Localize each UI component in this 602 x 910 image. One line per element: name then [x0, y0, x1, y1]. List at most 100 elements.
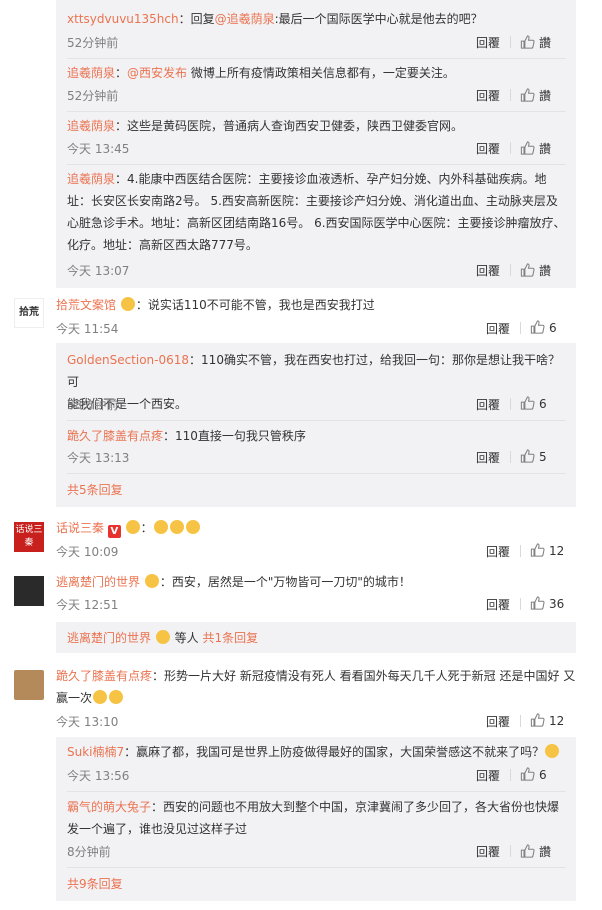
comment-username[interactable]: 跪久了膝盖有点疼 — [56, 669, 152, 683]
timestamp: 8分钟前 — [67, 845, 111, 859]
reply-box-4: 逃离楚门的世界 等人 共1条回复 — [56, 622, 576, 653]
emoji-icon — [185, 520, 200, 534]
mention-link[interactable]: @追羲荫泉 — [215, 12, 275, 26]
reply-box-2: GoldenSection-0618：110确实不管，我在西安也打过，给我回一句… — [56, 343, 576, 507]
like-button[interactable]: 讚 — [520, 87, 566, 104]
divider — [510, 36, 511, 48]
avatar[interactable]: 拾荒 — [14, 298, 44, 328]
list-item: 霸气的萌大兔子：西安的问题也不用放大到整个中国，京津冀闹了多少回了，各大省份也快… — [67, 800, 560, 836]
thumb-up-icon — [520, 844, 535, 858]
thumb-up-icon — [520, 396, 535, 410]
like-button[interactable]: 讚 — [520, 262, 566, 279]
reply-username[interactable]: 逃离楚门的世界 — [67, 631, 151, 645]
avatar[interactable] — [14, 670, 44, 700]
timestamp: 52分钟前 — [67, 89, 119, 103]
reply-meta: 今天 13:13 回覆 5 — [67, 449, 566, 467]
more-replies-link[interactable]: 共5条回复 — [67, 481, 123, 498]
reply-username[interactable]: 跪久了膝盖有点疼 — [67, 429, 163, 443]
reply-username[interactable]: 追羲荫泉 — [67, 119, 115, 133]
divider — [510, 845, 511, 857]
like-button[interactable]: 讚 — [520, 140, 566, 157]
reply-meta: 今天 13:45 回覆 讚 — [67, 140, 566, 158]
like-button[interactable]: 36 — [530, 596, 576, 611]
timestamp: 今天 13:45 — [67, 142, 130, 156]
like-button[interactable]: 讚 — [520, 34, 566, 51]
list-item: 跪久了膝盖有点疼：110直接一句我只管秩序 — [67, 429, 306, 443]
reply-button[interactable]: 回覆 — [476, 396, 500, 413]
more-replies-link[interactable]: 共9条回复 — [67, 875, 123, 892]
like-button[interactable]: 12 — [530, 713, 576, 728]
emoji-icon — [109, 690, 124, 704]
reply-username[interactable]: xttsydvuvu135hch — [67, 12, 179, 26]
list-item: Suki楠楠7：赢麻了都，我国可是世界上防疫做得最好的国家，大国荣誉感这不就来了… — [67, 741, 566, 763]
like-button[interactable]: 6 — [520, 767, 566, 782]
reply-username[interactable]: 霸气的萌大兔子 — [67, 800, 151, 814]
timestamp: 今天 11:54 — [56, 322, 119, 336]
divider — [520, 598, 521, 610]
list-item: 追羲荫泉：4.能康中西医结合医院：主要接诊血液透析、孕产妇分娩、内外科基础疾病。… — [67, 172, 566, 252]
reply-button[interactable]: 回覆 — [476, 767, 500, 784]
emoji-icon — [169, 520, 184, 534]
thumb-up-icon — [530, 320, 545, 334]
like-button[interactable]: 6 — [530, 320, 576, 335]
reply-meta: 58分钟前 回覆 6 — [67, 396, 566, 414]
reply-meta: 52分钟前 回覆 讚 — [67, 87, 566, 105]
like-button[interactable]: 5 — [520, 449, 566, 464]
divider — [67, 111, 566, 112]
like-button[interactable]: 讚 — [520, 843, 566, 860]
medal-icon — [125, 520, 140, 534]
timestamp: 今天 13:56 — [67, 769, 130, 783]
timestamp: 今天 10:09 — [56, 545, 119, 559]
reply-button[interactable]: 回覆 — [476, 449, 500, 466]
comment: 跪久了膝盖有点疼：形势一片大好 新冠疫情没有死人 看看国外每天几千人死于新冠 还… — [56, 669, 576, 705]
divider — [520, 322, 521, 334]
divider — [510, 264, 511, 276]
comment-meta: 今天 12:51 回覆 36 — [56, 596, 576, 614]
emoji-icon — [545, 744, 560, 758]
comment: 拾荒文案馆 ：说实话110不可能不管，我也是西安我打过 — [56, 297, 375, 312]
more-replies-link[interactable]: 共1条回复 — [202, 631, 258, 645]
divider — [67, 791, 566, 792]
thumb-up-icon — [520, 35, 535, 49]
reply-button[interactable]: 回覆 — [486, 543, 510, 560]
like-button[interactable]: 12 — [530, 543, 576, 558]
divider — [510, 451, 511, 463]
reply-meta: 8分钟前 回覆 讚 — [67, 843, 566, 861]
reply-username[interactable]: Suki楠楠7 — [67, 745, 124, 759]
comment-meta: 今天 11:54 回覆 6 — [56, 320, 576, 338]
reply-username[interactable]: 追羲荫泉 — [67, 66, 115, 80]
timestamp: 58分钟前 — [67, 398, 119, 412]
medal-icon — [155, 630, 170, 644]
thumb-up-icon — [530, 543, 545, 557]
reply-button[interactable]: 回覆 — [476, 843, 500, 860]
medal-icon — [144, 574, 159, 588]
avatar[interactable]: 话说三秦 — [14, 522, 44, 552]
divider — [510, 142, 511, 154]
reply-button[interactable]: 回覆 — [476, 87, 500, 104]
mention-link[interactable]: @西安发布 — [127, 66, 187, 80]
reply-button[interactable]: 回覆 — [476, 34, 500, 51]
list-item: 追羲荫泉：这些是黄码医院，普通病人查询西安卫健委，陕西卫健委官网。 — [67, 119, 464, 133]
reply-box-1: xttsydvuvu135hch：回复@追羲荫泉:最后一个国际医学中心就是他去的… — [56, 0, 576, 288]
timestamp: 今天 13:07 — [67, 264, 130, 278]
avatar[interactable] — [14, 576, 44, 606]
reply-meta: 今天 13:56 回覆 6 — [67, 767, 566, 785]
comment-username[interactable]: 逃离楚门的世界 — [56, 575, 140, 589]
comment-meta: 今天 10:09 回覆 12 — [56, 543, 576, 561]
reply-meta: 52分钟前 回覆 讚 — [67, 34, 566, 52]
timestamp: 今天 13:13 — [67, 451, 130, 465]
divider — [510, 89, 511, 101]
list-item: 追羲荫泉：@西安发布 微博上所有疫情政策相关信息都有，一定要关注。 — [67, 66, 455, 80]
reply-username[interactable]: 追羲荫泉 — [67, 172, 115, 186]
like-button[interactable]: 6 — [520, 396, 566, 411]
reply-button[interactable]: 回覆 — [486, 713, 510, 730]
comment-username[interactable]: 拾荒文案馆 — [56, 298, 116, 312]
divider — [510, 398, 511, 410]
reply-button[interactable]: 回覆 — [486, 596, 510, 613]
reply-button[interactable]: 回覆 — [476, 262, 500, 279]
reply-username[interactable]: GoldenSection-0618 — [67, 353, 189, 367]
reply-button[interactable]: 回覆 — [476, 140, 500, 157]
comment-username[interactable]: 话说三秦 — [56, 521, 104, 535]
timestamp: 今天 12:51 — [56, 598, 119, 612]
reply-button[interactable]: 回覆 — [486, 320, 510, 337]
